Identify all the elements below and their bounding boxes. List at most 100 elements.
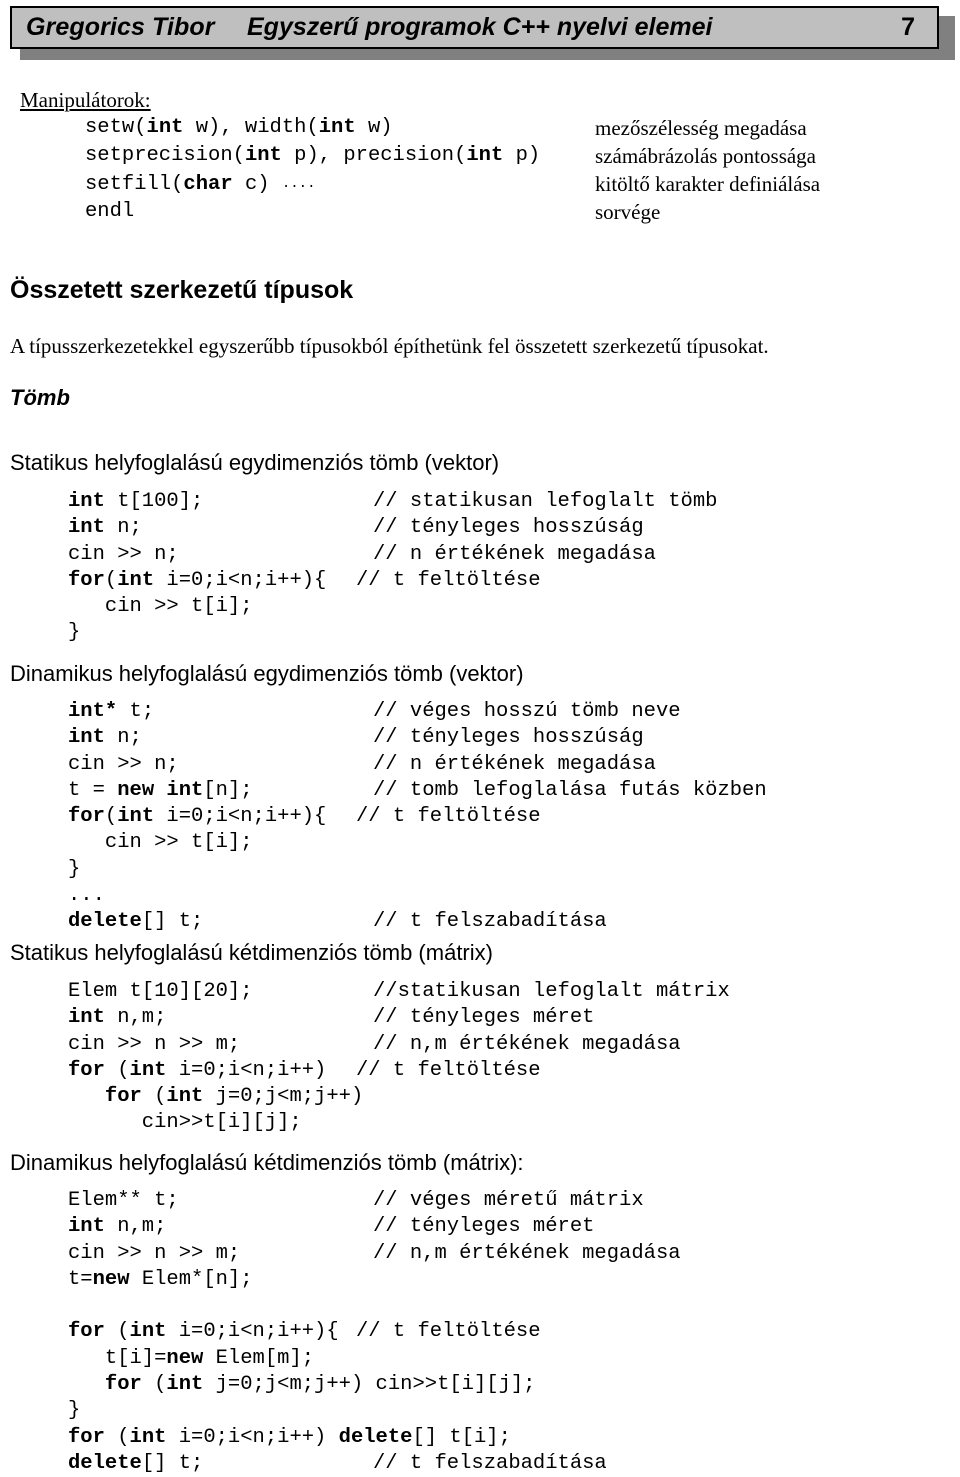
code-comment: // tényleges méret — [373, 1215, 595, 1239]
code-text: } — [68, 1399, 81, 1423]
manipulator-description: kitöltő karakter definiálása — [595, 172, 821, 196]
code-line: delete[] t; // t felszabadítása — [0, 909, 960, 935]
code-line: int t[100]; // statikusan lefoglalt tömb — [0, 489, 960, 515]
code-line: } — [0, 1398, 960, 1424]
code-comment: // tényleges méret — [373, 1006, 595, 1030]
code-comment: // tényleges hosszúság — [373, 516, 644, 540]
code-comment: // n értékének megadása — [373, 542, 656, 566]
code-text: cin >> n >> m; — [68, 1241, 241, 1265]
block-title-0: Statikus helyfoglalású egydimenziós tömb… — [10, 450, 500, 475]
code-text: cin >> n; — [68, 542, 179, 566]
code-comment: // t feltöltése — [356, 568, 541, 592]
code-text: Elem** t; — [68, 1189, 179, 1212]
manipulator-row: setfill(char c) .... kitöltő karakter def… — [0, 170, 960, 198]
code-block-0: int t[100];// statikusan lefoglalt tömb i… — [0, 489, 960, 647]
code-block-2: Elem t[10][20]; //statikusan lefoglalt má… — [0, 979, 960, 1137]
code-line: ... — [0, 883, 960, 909]
code-text: t[i]=new Elem[m]; — [68, 1346, 315, 1370]
code-line: cin >> n >> m; // n,m értékének megadása — [0, 1241, 960, 1267]
code-line: delete[] t; // t felszabadítása — [0, 1451, 960, 1477]
code-line: t=new Elem*[n]; — [0, 1267, 960, 1293]
code-line: cin >> n; // n értékének megadása — [0, 542, 960, 568]
block-title-1: Dinamikus helyfoglalású egydimenziós töm… — [10, 661, 524, 686]
code-text: Elem t[10][20]; — [68, 980, 253, 1003]
manipulator-signature: setfill(char c) .... — [85, 173, 316, 196]
code-line: cin>>t[i][j]; — [0, 1110, 960, 1136]
code-line: cin >> n; // n értékének megadása — [0, 752, 960, 778]
code-line: t = new int[n]; // tomb lefoglalása futás… — [0, 778, 960, 804]
code-text: for (int j=0;j<m;j++) — [104, 1085, 364, 1109]
code-line: cin >> n >> m; // n,m értékének megadása — [0, 1032, 960, 1058]
code-text: cin >> t[i]; — [68, 595, 253, 619]
code-comment: // n,m értékének megadása — [373, 1241, 681, 1265]
code-comment: // t feltöltése — [356, 1320, 541, 1344]
manipulator-row: setprecision(int p), precision(int p) szá… — [0, 142, 960, 170]
code-line: for (int i=0;i<n;i++) delete[] t[i]; — [0, 1425, 960, 1451]
code-comment: // n értékének megadása — [373, 752, 656, 776]
code-line: Elem** t; // véges méretű mátrix — [0, 1188, 960, 1214]
code-block-3: Elem** t; // véges méretű mátrix int n,m; /… — [0, 1188, 960, 1477]
code-text: for (int i=0;i<n;i++){ — [68, 1320, 339, 1344]
manipulator-signature: setw(int w), width(int w) — [85, 116, 393, 139]
code-comment: //statikusan lefoglalt mátrix — [373, 980, 730, 1003]
code-comment: // n,m értékének megadása — [373, 1032, 681, 1056]
code-line: int n; // tényleges hosszúság — [0, 515, 960, 541]
section-subheading: Tömb — [10, 385, 70, 410]
code-line: } — [0, 857, 960, 883]
block-title-2: Statikus helyfoglalású kétdimenziós tömb… — [10, 940, 493, 965]
code-text: for (int j=0;j<m;j++) cin>>t[i][j]; — [104, 1373, 536, 1397]
code-line: for (int i=0;i<n;i++) // t feltöltése — [0, 1058, 960, 1084]
code-text: delete[] t; — [68, 1451, 204, 1475]
code-text: int t[100]; — [68, 490, 204, 513]
block-title-3: Dinamikus helyfoglalású kétdimenziós töm… — [10, 1150, 524, 1175]
code-comment: // t feltöltése — [356, 1058, 541, 1082]
code-line: for (int j=0;j<m;j++) — [0, 1084, 960, 1110]
code-block-1: int* t; // véges hosszú tömb neve int n; //… — [0, 699, 960, 936]
header-page-number: 7 — [901, 13, 915, 41]
code-text: delete[] t; — [68, 910, 204, 934]
page-header: Gregorics Tibor Egyszerű programok C++ n… — [10, 6, 955, 60]
code-text: int n,m; — [68, 1215, 167, 1239]
code-line: for (int i=0;i<n;i++){ // t feltöltése — [0, 1319, 960, 1345]
header-box: Gregorics Tibor Egyszerű programok C++ n… — [10, 6, 939, 49]
code-line: int n; // tényleges hosszúság — [0, 725, 960, 751]
section-paragraph: A típusszerkezetekkel egyszerűbb típusok… — [10, 334, 769, 358]
code-line: } — [0, 620, 960, 646]
manipulator-row: setw(int w), width(int w) mezőszélesség m… — [0, 114, 960, 142]
code-comment: // véges méretű mátrix — [373, 1189, 644, 1212]
code-line: cin >> t[i]; — [0, 594, 960, 620]
code-comment: // tomb lefoglalása futás közben — [373, 778, 767, 802]
code-text: t=new Elem*[n]; — [68, 1267, 253, 1291]
manipulator-description: sorvége — [595, 200, 661, 224]
code-line: cin >> t[i]; — [0, 830, 960, 856]
manipulators-label: Manipulátorok: — [20, 88, 151, 112]
code-line: for(int i=0;i<n;i++){ // t feltöltése — [0, 568, 960, 594]
code-comment: // tényleges hosszúság — [373, 726, 644, 750]
code-comment: // t felszabadítása — [373, 1451, 607, 1475]
code-text: cin >> n >> m; — [68, 1032, 241, 1056]
code-line: t[i]=new Elem[m]; — [0, 1346, 960, 1372]
code-text: int n; — [68, 726, 142, 750]
code-comment: // t feltöltése — [356, 805, 541, 829]
code-text: cin>>t[i][j]; — [68, 1111, 302, 1135]
code-comment: // véges hosszú tömb neve — [373, 700, 681, 723]
code-text: cin >> n; — [68, 752, 179, 776]
code-line: for(int i=0;i<n;i++){// t feltöltése — [0, 804, 960, 830]
manipulator-signature: endl — [85, 200, 135, 223]
code-text: for (int i=0;i<n;i++) delete[] t[i]; — [68, 1425, 511, 1449]
section-heading: Összetett szerkezetű típusok — [10, 276, 354, 304]
manipulator-description: számábrázolás pontossága — [595, 144, 817, 168]
code-text: ... — [68, 884, 105, 908]
code-text: for(int i=0;i<n;i++){ — [68, 568, 327, 592]
manipulator-signature: setprecision(int p), precision(int p) — [85, 144, 541, 167]
code-line: Elem t[10][20]; //statikusan lefoglalt má… — [0, 979, 960, 1005]
manipulator-row: endl sorvége — [0, 198, 960, 226]
code-line: int n,m; // tényleges méret — [0, 1214, 960, 1240]
code-comment: // statikusan lefoglalt tömb — [373, 490, 718, 513]
code-line: int n,m; // tényleges méret — [0, 1005, 960, 1031]
code-line: for (int j=0;j<m;j++) cin>>t[i][j]; — [0, 1372, 960, 1398]
code-text: int n; — [68, 516, 142, 540]
code-text: int n,m; — [68, 1006, 167, 1030]
header-title: Egyszerű programok C++ nyelvi elemei — [247, 13, 713, 41]
manipulators-table: setw(int w), width(int w) mezőszélesség m… — [0, 114, 960, 226]
